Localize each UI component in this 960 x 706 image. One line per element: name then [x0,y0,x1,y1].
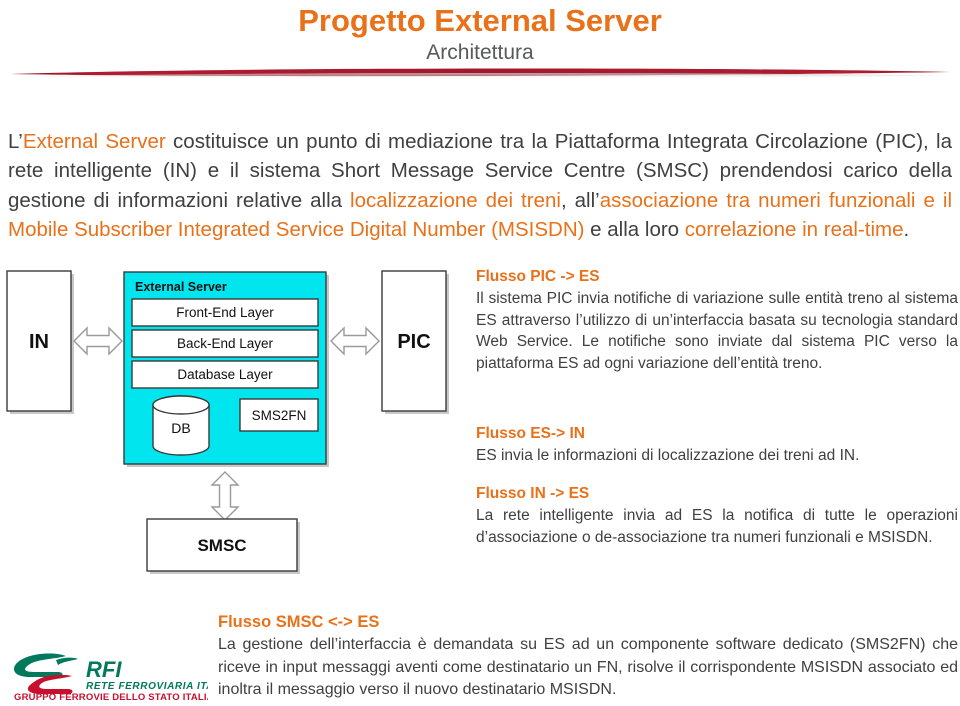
diagram-node-in: IN [6,270,74,414]
header-divider [8,66,952,80]
svg-text:DB: DB [171,420,190,436]
rfi-wordmark: RFI [86,657,122,682]
flow-in-to-es-heading: Flusso IN -> ES [476,485,590,502]
diagram-arrow-in-es [73,326,123,356]
intro-segment-4: , all’ [560,188,600,212]
svg-text:Back-End Layer: Back-End Layer [177,336,274,351]
flow-smsc-to-es: Flusso SMSC <-> ES La gestione dell’inte… [218,612,958,702]
svg-text:SMS2FN: SMS2FN [252,408,307,423]
svg-text:Front-End Layer: Front-End Layer [176,305,274,320]
flow-smsc-to-es-body: La gestione dell’interfaccia è demandata… [218,636,958,698]
diagram-node-smsc: SMSC [146,518,300,574]
diagram-node-pic: PIC [381,270,449,414]
intro-segment-8: . [903,218,910,241]
intro-segment-1: External Server [22,129,166,153]
page-title: Progetto External Server [298,3,662,38]
svg-text:SMSC: SMSC [197,536,246,555]
flow-pic-to-es-heading: Flusso PIC -> ES [476,268,600,285]
diagram-node-db: DB [152,395,210,456]
flow-in-to-es-body: La rete intelligente invia ad ES la noti… [476,507,958,546]
svg-text:External Server: External Server [135,280,227,294]
fs-group-line: GRUPPO FERROVIE DELLO STATO ITALIANE [14,692,208,702]
rfi-tagline: RETE FERROVIARIA ITALIANA [86,681,208,692]
intro-segment-6: e alla loro [584,218,685,241]
flow-pic-to-es-body: Il sistema PIC invia notifiche di variaz… [476,290,958,372]
page-subtitle: Architettura [426,41,534,64]
diagram-node-sms2fn: SMS2FN [239,398,319,432]
architecture-diagram: .bx { fill:#ffffff; stroke:#3a3a3a; stro… [2,268,454,600]
flow-in-to-es: Flusso IN -> ES La rete intelligente inv… [476,483,958,548]
diagram-layer-back-end: Back-End Layer [131,329,319,358]
diagram-layer-database: Database Layer [131,360,319,389]
intro-segment-3: localizzazione dei treni [350,188,561,212]
svg-text:IN: IN [29,331,49,353]
rfi-logo: .lg-green { fill:#00795C; } .lg-red { fi… [12,650,208,702]
fs-mark-icon [14,653,78,694]
diagram-arrow-es-pic [330,326,380,356]
svg-text:PIC: PIC [397,331,430,353]
intro-segment-0: L’ [8,129,23,153]
intro-segment-7: correlazione in real-time [684,218,904,241]
diagram-arrow-es-smsc [210,471,240,521]
flow-pic-to-es: Flusso PIC -> ES Il sistema PIC invia no… [476,266,958,374]
diagram-node-external-server: External Server Front-End Layer Back-End… [123,271,329,467]
svg-text:Database Layer: Database Layer [177,367,273,382]
diagram-layer-front-end: Front-End Layer [131,298,319,327]
flow-es-to-in-heading: Flusso ES-> IN [476,425,585,442]
intro-paragraph: L’External Server costituisce un punto d… [8,127,952,245]
flow-es-to-in: Flusso ES-> IN ES invia le informazioni … [476,423,958,467]
flow-es-to-in-body: ES invia le informazioni di localizzazio… [476,447,860,464]
flow-smsc-to-es-heading: Flusso SMSC <-> ES [218,613,380,631]
slide-header: Progetto External Server Architettura [0,0,960,92]
